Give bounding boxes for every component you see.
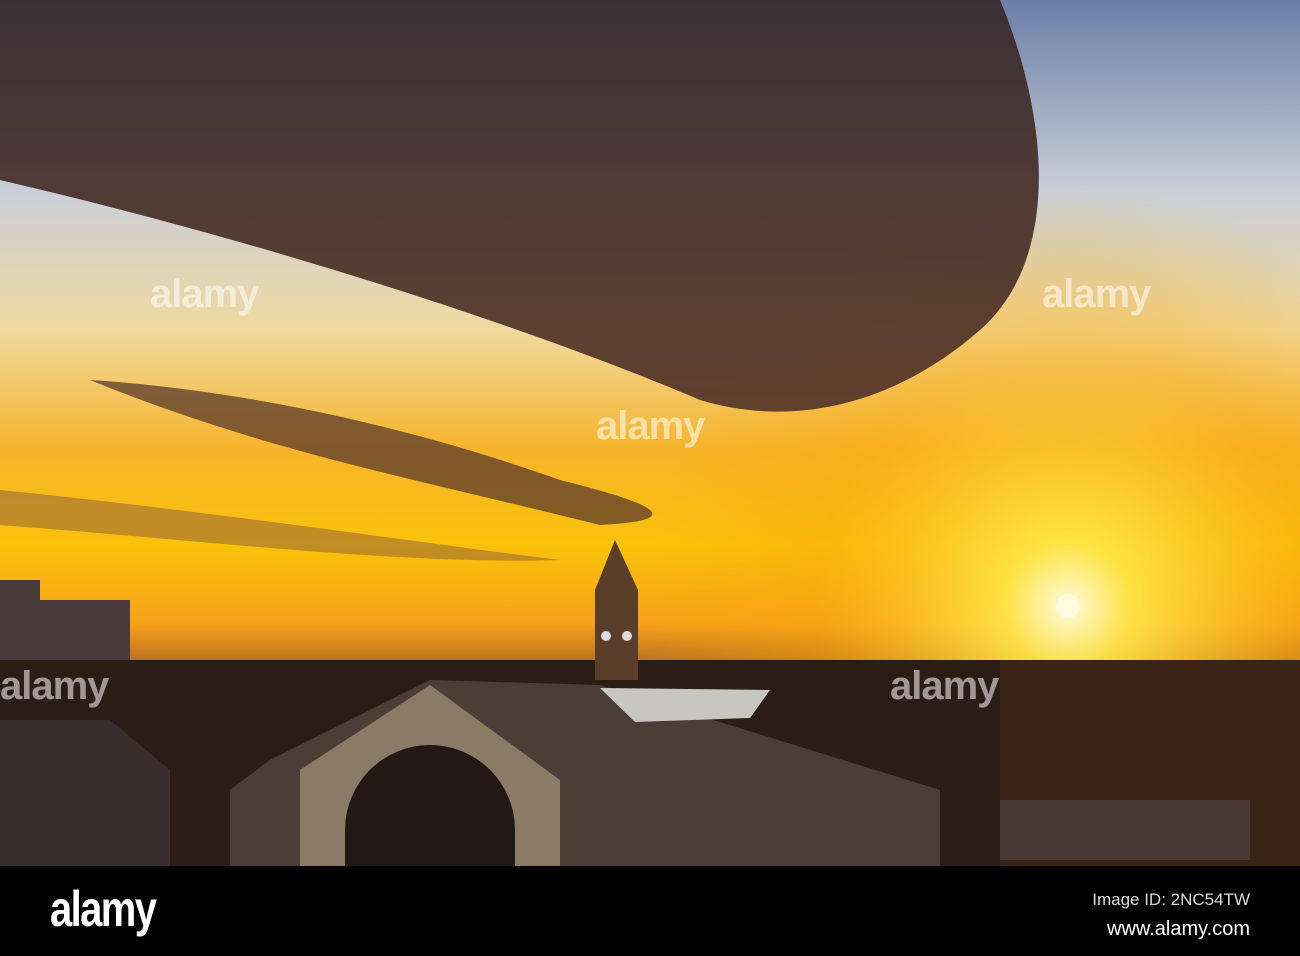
watermark: alamy (150, 272, 259, 316)
footer-bar (0, 866, 1300, 956)
car-park (1000, 800, 1250, 860)
sunset-cityscape-photo: alamy alamy alamy alamy alamy (0, 0, 1300, 866)
alamy-logo: alamy (50, 881, 157, 937)
watermark: alamy (1042, 272, 1151, 316)
watermark: alamy (0, 664, 109, 708)
watermark: alamy (596, 404, 705, 448)
website-url: www.alamy.com (1107, 918, 1250, 940)
sun (1056, 594, 1080, 618)
stock-photo: alamy alamy alamy alamy alamy alamy Imag… (0, 0, 1300, 956)
watermark: alamy (890, 664, 999, 708)
image-id: Image ID: 2NC54TW (1092, 890, 1250, 909)
clock-face (601, 631, 611, 641)
clock-face (622, 631, 632, 641)
